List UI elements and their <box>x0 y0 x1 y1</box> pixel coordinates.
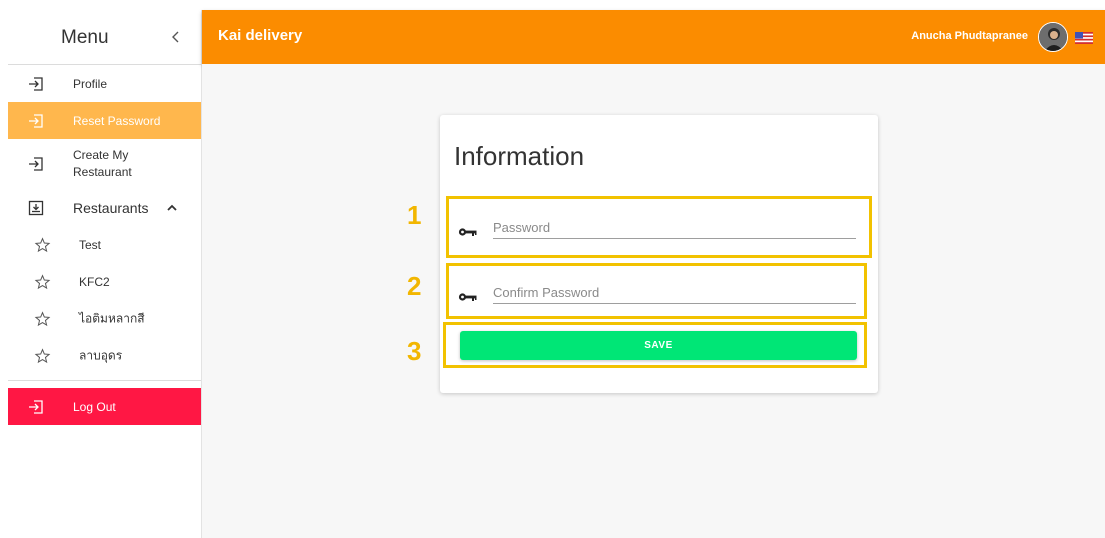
login-arrow-icon <box>28 76 44 92</box>
annotation-box-2 <box>446 263 867 319</box>
annotation-box-3 <box>443 322 867 368</box>
logout-arrow-icon <box>28 399 44 415</box>
menu-title: Menu <box>61 27 109 48</box>
sidebar-item-reset-password[interactable]: Reset Password <box>8 102 201 139</box>
download-box-icon <box>28 200 44 216</box>
app-brand[interactable]: Kai delivery <box>218 27 302 44</box>
sidebar-divider <box>8 380 201 381</box>
card-title: Information <box>454 141 585 171</box>
main-content: Information SAVE 1 2 3 <box>202 64 1105 538</box>
sidebar-item-label: Log Out <box>73 399 116 414</box>
sidebar-item-logout[interactable]: Log Out <box>8 388 201 425</box>
annotation-number-1: 1 <box>407 200 422 230</box>
star-icon <box>34 310 51 327</box>
top-app-bar: Kai delivery Anucha Phudtapranee <box>202 10 1105 64</box>
user-name[interactable]: Anucha Phudtapranee <box>911 30 1028 42</box>
restaurant-label: ลาบอุดร <box>79 348 123 362</box>
sidebar-header: Menu <box>8 10 201 64</box>
restaurant-label: KFC2 <box>79 274 110 289</box>
sidebar-item-label: Create My Restaurant <box>73 148 132 179</box>
restaurant-item[interactable]: Test <box>8 226 201 263</box>
restaurant-label: ไอติมหลากสี <box>79 311 145 325</box>
restaurant-label: Test <box>79 237 102 252</box>
star-icon <box>34 236 51 253</box>
login-arrow-icon <box>28 113 44 129</box>
us-flag-icon[interactable] <box>1075 31 1093 44</box>
collapse-chevron-icon[interactable] <box>168 27 184 47</box>
restaurant-item[interactable]: KFC2 <box>8 263 201 300</box>
annotation-number-2: 2 <box>407 271 422 301</box>
app-window: Menu Profile Reset Password Create My Re… <box>0 0 1105 538</box>
chevron-up-icon[interactable] <box>166 202 178 214</box>
login-arrow-icon <box>28 156 44 172</box>
sidebar: Menu Profile Reset Password Create My Re… <box>8 10 202 538</box>
sidebar-item-restaurants[interactable]: Restaurants <box>8 189 201 226</box>
restaurant-item[interactable]: ลาบอุดร <box>8 337 201 374</box>
sidebar-item-create-restaurant[interactable]: Create My Restaurant <box>8 139 201 189</box>
annotation-box-1 <box>446 196 872 258</box>
sidebar-item-label: Profile <box>73 76 108 91</box>
restaurant-item[interactable]: ไอติมหลากสี <box>8 300 201 337</box>
sidebar-item-profile[interactable]: Profile <box>8 65 201 102</box>
star-icon <box>34 273 51 290</box>
avatar[interactable] <box>1038 22 1068 52</box>
sidebar-item-label: Reset Password <box>73 113 161 128</box>
sidebar-item-label: Restaurants <box>73 199 149 216</box>
annotation-number-3: 3 <box>407 336 422 366</box>
star-icon <box>34 347 51 364</box>
